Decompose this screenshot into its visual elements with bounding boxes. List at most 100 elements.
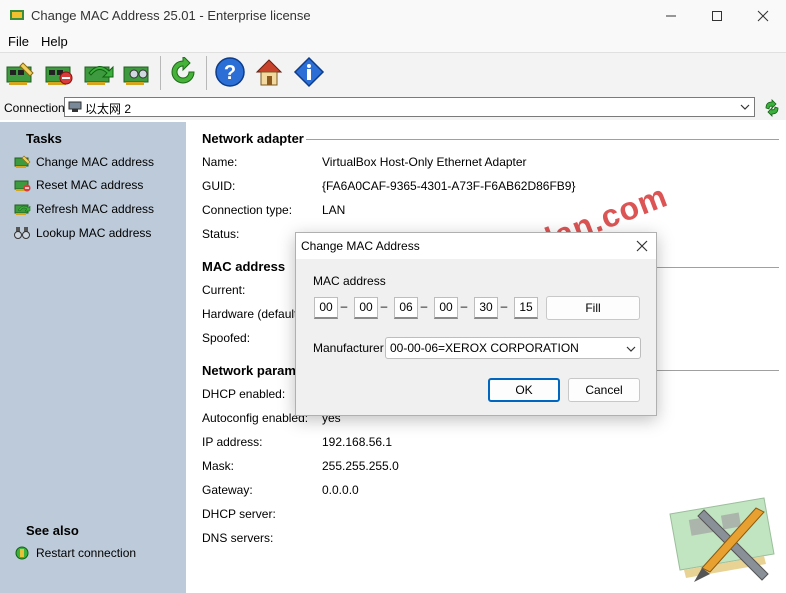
svg-text:?: ? <box>224 62 236 84</box>
task-reset-mac[interactable]: Reset MAC address <box>14 176 143 194</box>
task-change-mac[interactable]: Change MAC address <box>14 153 154 171</box>
toolbar-reset-mac-button[interactable] <box>44 59 74 87</box>
menu-bar <box>0 32 786 52</box>
section-network-adapter: Network adapter <box>202 131 304 146</box>
gateway-label: Gateway: <box>202 483 253 497</box>
mac-octet-1[interactable]: 00 <box>314 297 338 319</box>
manufacturer-value: 00-00-06=XEROX CORPORATION <box>390 341 579 355</box>
ok-button[interactable]: OK <box>488 378 560 402</box>
spoofed-mac-label: Spoofed: <box>202 331 251 345</box>
restart-connection-icon <box>15 546 29 560</box>
toolbar <box>0 52 786 96</box>
network-adapter-icon <box>68 101 82 112</box>
octet-separator: – <box>340 299 348 313</box>
task-label: Refresh MAC address <box>36 202 155 216</box>
section-divider <box>657 370 779 371</box>
dialog-title: Change MAC Address <box>301 239 420 253</box>
refresh-mac-icon <box>84 65 114 85</box>
task-lookup-mac[interactable]: Lookup MAC address <box>14 224 151 242</box>
maximize-icon <box>712 11 722 21</box>
mac-address-label: MAC address <box>313 274 386 288</box>
octet-separator: – <box>500 299 508 313</box>
home-icon <box>255 59 283 86</box>
menu-help[interactable]: Help <box>41 34 68 49</box>
guid-label: GUID: <box>202 179 236 193</box>
ip-address-value: 192.168.56.1 <box>322 435 393 449</box>
refresh-icon <box>765 99 779 117</box>
toolbar-info-button[interactable] <box>292 56 326 88</box>
gateway-value: 0.0.0.0 <box>322 483 359 497</box>
toolbar-separator <box>160 56 161 90</box>
octet-separator: – <box>380 299 388 313</box>
info-icon <box>293 56 325 88</box>
toolbar-help-button[interactable]: ? <box>214 56 246 88</box>
name-label: Name: <box>202 155 238 169</box>
chevron-down-icon <box>626 346 636 352</box>
cancel-button[interactable]: Cancel <box>568 378 640 402</box>
toolbar-refresh-button[interactable] <box>168 54 198 87</box>
mask-label: Mask: <box>202 459 235 473</box>
task-label: Reset MAC address <box>36 178 144 192</box>
change-mac-icon <box>14 155 31 168</box>
section-mac-address: MAC address <box>202 259 286 274</box>
mac-octet-5[interactable]: 30 <box>474 297 498 319</box>
minimize-icon <box>666 15 676 17</box>
window-title: Change MAC Address 25.01 - Enterprise li… <box>31 8 311 23</box>
close-icon <box>757 10 769 22</box>
mac-octet-3[interactable]: 06 <box>394 297 418 319</box>
status-label: Status: <box>202 227 240 241</box>
reset-mac-icon <box>14 180 31 192</box>
network-card-tools-illustration <box>669 497 775 582</box>
mask-value: 255.255.255.0 <box>322 459 399 473</box>
chevron-down-icon <box>740 104 750 110</box>
menu-file[interactable]: File <box>8 34 29 49</box>
help-icon: ? <box>215 57 245 87</box>
change-mac-dialog: Change MAC Address MAC address 00 – 00 –… <box>295 232 657 416</box>
ip-address-label: IP address: <box>202 435 263 449</box>
toolbar-change-mac-button[interactable] <box>5 59 35 87</box>
connection-value: 以太网 2 <box>85 102 132 116</box>
lookup-mac-icon <box>14 227 30 239</box>
connection-label: Connection: <box>4 101 69 115</box>
maximize-button[interactable] <box>694 0 740 32</box>
autoconfig-label: Autoconfig enabled: <box>202 411 309 425</box>
task-label: Lookup MAC address <box>36 226 152 240</box>
minimize-button[interactable] <box>648 0 694 32</box>
app-icon <box>10 10 24 20</box>
toolbar-separator <box>206 56 207 90</box>
manufacturer-select[interactable]: 00-00-06=XEROX CORPORATION <box>385 337 641 359</box>
dhcp-server-label: DHCP server: <box>202 507 276 521</box>
dns-servers-label: DNS servers: <box>202 531 274 545</box>
toolbar-lookup-mac-button[interactable] <box>122 59 152 87</box>
close-icon <box>636 240 648 252</box>
toolbar-refresh-mac-button[interactable] <box>83 59 115 87</box>
mac-octet-2[interactable]: 00 <box>354 297 378 319</box>
task-restart-connection[interactable]: Restart connection <box>14 544 136 562</box>
manufacturer-label: Manufacturer <box>313 341 384 355</box>
see-also-heading: See also <box>26 523 79 538</box>
refresh-mac-icon <box>14 204 31 215</box>
close-button[interactable] <box>740 0 786 32</box>
dhcp-enabled-label: DHCP enabled: <box>202 387 286 401</box>
toolbar-home-button[interactable] <box>253 56 285 88</box>
mac-octet-6[interactable]: 15 <box>514 297 538 319</box>
section-network-parameters: Network paramet <box>202 363 308 378</box>
guid-value: {FA6A0CAF-9365-4301-A73F-F6AB62D86FB9} <box>322 179 576 193</box>
connection-type-label: Connection type: <box>202 203 293 217</box>
octet-separator: – <box>460 299 468 313</box>
change-mac-icon <box>6 62 34 85</box>
current-mac-label: Current: <box>202 283 246 297</box>
task-label: Change MAC address <box>36 155 155 169</box>
name-value: VirtualBox Host-Only Ethernet Adapter <box>322 155 527 169</box>
task-refresh-mac[interactable]: Refresh MAC address <box>14 200 154 218</box>
mac-octet-4[interactable]: 00 <box>434 297 458 319</box>
fill-button[interactable]: Fill <box>546 296 640 320</box>
connection-select[interactable]: 以太网 2 <box>64 97 755 117</box>
task-label: Restart connection <box>36 546 137 560</box>
tasks-heading: Tasks <box>26 131 62 146</box>
connection-type-value: LAN <box>322 203 346 217</box>
dialog-close-button[interactable] <box>632 236 652 256</box>
section-divider <box>306 139 779 140</box>
reset-mac-icon <box>45 66 73 85</box>
connection-refresh-button[interactable] <box>763 99 781 117</box>
